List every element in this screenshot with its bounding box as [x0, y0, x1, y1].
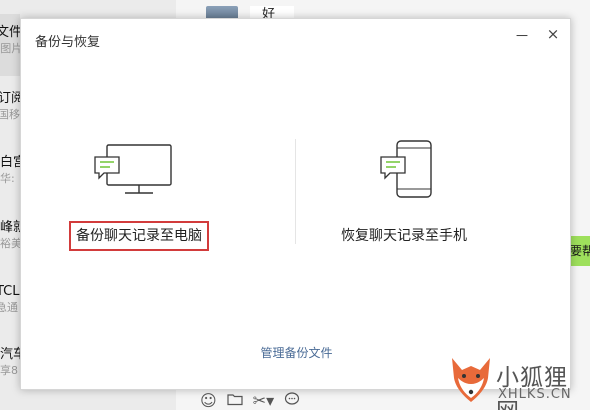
monitor-icon[interactable]	[93, 141, 175, 205]
folder-icon[interactable]	[227, 392, 243, 410]
restore-to-phone-button[interactable]: 恢复聊天记录至手机	[329, 225, 479, 245]
watermark: 小狐狸网 XHLKS.CN	[448, 354, 590, 410]
watermark-title: 小狐狸网	[496, 365, 568, 410]
emoji-icon[interactable]: ☺	[200, 392, 217, 410]
fox-logo-icon	[448, 354, 494, 410]
scissors-icon[interactable]: ✂▾	[253, 392, 274, 410]
close-button[interactable]: ×	[543, 25, 563, 43]
backup-restore-dialog: 备份与恢复 － × 备份聊天记录至电脑 恢复聊天记录至手机 管理备份文件	[20, 18, 571, 390]
chat-toolbar: ☺ ✂▾	[200, 392, 300, 410]
sent-message-bubble: 要帮	[570, 236, 590, 266]
backup-to-pc-button[interactable]: 备份聊天记录至电脑	[69, 221, 209, 251]
chat-bubble-icon[interactable]	[284, 392, 300, 410]
phone-icon[interactable]	[379, 139, 439, 205]
watermark-domain: XHLKS.CN	[498, 387, 572, 402]
dialog-title: 备份与恢复	[35, 35, 101, 50]
divider	[295, 139, 296, 244]
minimize-button[interactable]: －	[512, 25, 532, 46]
